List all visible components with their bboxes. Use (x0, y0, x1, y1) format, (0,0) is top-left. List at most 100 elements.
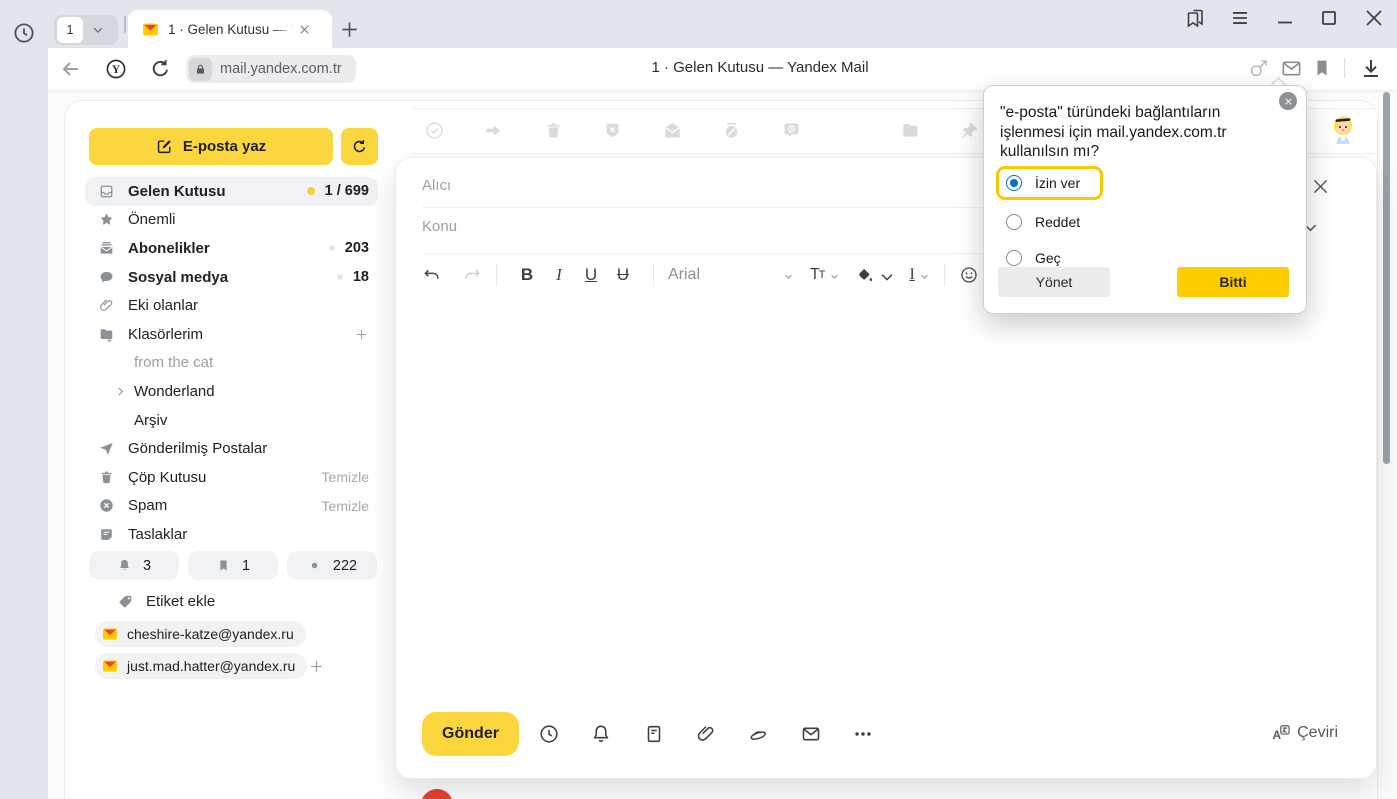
folder-item-abonelikler[interactable]: Abonelikler203 (85, 234, 378, 263)
more-icon[interactable] (852, 723, 874, 745)
italic-button[interactable]: I (543, 265, 575, 285)
clear-folder-link[interactable]: Temizle (322, 498, 369, 514)
maximize-icon[interactable] (1317, 6, 1341, 30)
url-text[interactable]: mail.yandex.com.tr (220, 61, 342, 77)
bookmark-flag-icon[interactable] (1311, 57, 1333, 79)
attach-mail-icon[interactable] (800, 723, 822, 745)
add-folder-icon[interactable] (354, 327, 369, 342)
folder-item-wonderland[interactable]: Wonderland (85, 377, 378, 406)
filter-badge-bookmark[interactable]: 1 (188, 551, 278, 580)
folder-item-taslaklar[interactable]: Taslaklar (85, 520, 378, 549)
folder-item-gelen-kutusu[interactable]: Gelen Kutusu1 / 699 (85, 177, 378, 206)
active-tab[interactable]: 1 · Gelen Kutusu — Yand (128, 10, 332, 48)
yandex-mail-icon (102, 626, 118, 642)
redo-button[interactable] (462, 265, 482, 285)
manage-button[interactable]: Yönet (998, 267, 1110, 297)
account-pill[interactable]: just.mad.hatter@yandex.ru (95, 653, 307, 679)
font-size-button[interactable]: TT (810, 266, 840, 284)
filter-badge-bell[interactable]: 3 (89, 551, 179, 580)
filter-badge-dot[interactable]: 222 (287, 551, 377, 580)
folder-item-g-nderilmi-postalar[interactable]: Gönderilmiş Postalar (85, 434, 378, 463)
folder-icon (900, 120, 921, 141)
font-family-select[interactable]: Arial (668, 266, 794, 284)
folder-label: Eki olanlar (128, 297, 198, 314)
minimize-icon[interactable] (1273, 6, 1297, 30)
muted-dot (337, 274, 343, 280)
radio-icon[interactable] (1006, 214, 1022, 230)
bold-button[interactable]: B (511, 265, 543, 285)
folder-item-sosyal-medya[interactable]: Sosyal medya18 (85, 263, 378, 292)
chevron-down-icon (919, 271, 930, 282)
yandex-logo-icon[interactable]: Y (104, 57, 128, 81)
reload-icon[interactable] (149, 57, 172, 80)
to-field[interactable]: Alıcı (422, 177, 451, 194)
close-compose-icon[interactable] (1310, 176, 1331, 197)
radio-icon[interactable] (1006, 250, 1022, 266)
clear-folder-link[interactable]: Temizle (322, 469, 369, 485)
folder-count: 203 (345, 240, 369, 256)
tab-group-button[interactable]: 1 (54, 15, 118, 45)
add-label-button[interactable]: Etiket ekle (117, 593, 215, 610)
dialog-option-reddet[interactable]: Reddet (996, 208, 1103, 236)
star-icon (98, 211, 115, 228)
tab-close-icon[interactable] (298, 23, 311, 36)
send-button[interactable]: Gönder (422, 712, 519, 756)
secure-lock-badge[interactable] (189, 58, 212, 81)
close-icon (1284, 97, 1293, 106)
message-toolbar (424, 120, 980, 141)
done-button[interactable]: Bitti (1177, 267, 1289, 297)
address-bar-divider (1344, 58, 1345, 78)
radio-selected-icon[interactable] (1006, 175, 1022, 191)
yandex-disk-icon[interactable] (747, 723, 769, 745)
history-icon[interactable] (12, 21, 36, 45)
highlight-color-button[interactable] (856, 265, 896, 286)
mail-extension-icon[interactable] (1280, 57, 1303, 80)
emoji-button[interactable] (959, 265, 979, 285)
add-account-icon[interactable] (308, 658, 325, 675)
folder-item-spam[interactable]: SpamTemizle (85, 492, 378, 521)
user-avatar[interactable] (1324, 112, 1362, 150)
folder-item-p-kutusu[interactable]: Çöp KutusuTemizle (85, 463, 378, 492)
underline-button[interactable]: U (575, 265, 607, 285)
bookmarks-panel-icon[interactable] (1184, 6, 1208, 30)
close-window-icon[interactable] (1362, 6, 1386, 30)
subject-field[interactable]: Konu (422, 218, 457, 235)
tab-group-count[interactable]: 1 (57, 17, 83, 43)
undo-icon (422, 265, 442, 285)
chevron-down-icon[interactable] (83, 23, 113, 37)
undo-button[interactable] (422, 265, 442, 285)
compose-email-button[interactable]: E-posta yaz (89, 128, 333, 165)
download-icon[interactable] (1359, 56, 1383, 80)
folder-label: from the cat (134, 354, 213, 371)
compose-button-label: E-posta yaz (183, 138, 266, 155)
dialog-option-i-zin-ver[interactable]: İzin ver (996, 166, 1103, 200)
folder-label: Önemli (128, 211, 176, 228)
new-tab-button[interactable] (338, 18, 361, 41)
toolbar-separator (944, 264, 945, 286)
url-field[interactable]: mail.yandex.com.tr (186, 55, 356, 83)
template-icon[interactable] (643, 723, 665, 745)
page-scrollbar[interactable] (1383, 92, 1390, 464)
folder-item-from-the-cat[interactable]: from the cat (85, 349, 378, 378)
folder-item-eki-olanlar[interactable]: Eki olanlar (85, 291, 378, 320)
text-color-button[interactable]: I (910, 266, 930, 284)
chevron-right-icon[interactable] (114, 385, 127, 398)
schedule-clock-icon[interactable] (538, 723, 560, 745)
strikethrough-button[interactable]: U (607, 265, 639, 285)
menu-icon[interactable] (1229, 7, 1251, 29)
account-switcher: cheshire-katze@yandex.ru just.mad.hatter@… (95, 621, 307, 685)
folder-item-nemli[interactable]: Önemli (85, 206, 378, 235)
refresh-mail-button[interactable] (341, 128, 378, 165)
folder-item-klas-rlerim[interactable]: Klasörlerim (85, 320, 378, 349)
back-icon[interactable] (59, 57, 83, 81)
attach-icon[interactable] (695, 723, 717, 745)
translate-button[interactable]: A Çeviri (1271, 723, 1338, 743)
toolbar-separator (496, 264, 497, 286)
folder-item-ar-iv[interactable]: Arşiv (85, 406, 378, 435)
check-circle-icon (424, 120, 445, 141)
dialog-close-button[interactable] (1279, 92, 1297, 110)
account-pill[interactable]: cheshire-katze@yandex.ru (95, 621, 306, 647)
share-icon[interactable] (1247, 56, 1271, 80)
notify-bell-icon[interactable] (590, 723, 612, 745)
lock-icon (194, 63, 207, 76)
